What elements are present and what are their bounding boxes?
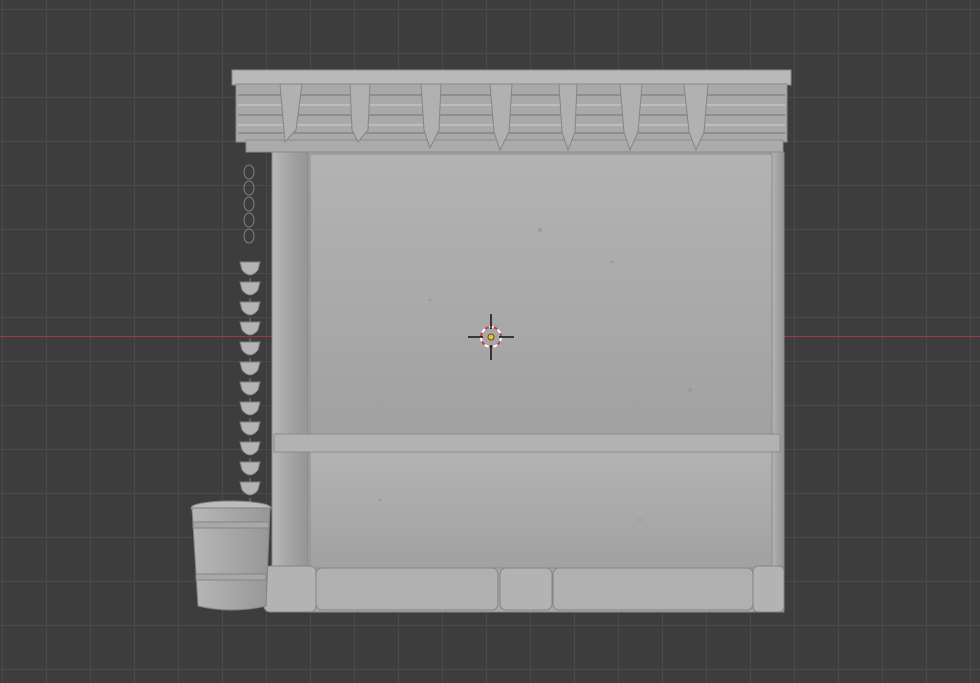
wall — [263, 151, 785, 613]
chain-cup — [239, 281, 261, 296]
awning — [231, 69, 792, 153]
chain-link — [243, 164, 255, 180]
rain-chain — [239, 164, 261, 508]
chain-cup — [239, 381, 261, 396]
chain-cup — [239, 321, 261, 336]
3d-cursor-icon[interactable] — [468, 314, 514, 360]
chain-link — [243, 196, 255, 212]
chain-cup — [239, 301, 261, 316]
chain-cup — [239, 421, 261, 436]
chain-link — [243, 228, 255, 244]
chain-cup — [239, 441, 261, 456]
chain-cup — [239, 261, 261, 276]
chain-link — [243, 180, 255, 196]
chain-cup — [239, 341, 261, 356]
chain-cup — [239, 461, 261, 476]
chain-cup — [239, 481, 261, 496]
chain-cup — [239, 361, 261, 376]
chain-link — [243, 212, 255, 228]
chain-cup — [239, 401, 261, 416]
bucket — [190, 500, 272, 611]
3d-viewport[interactable] — [0, 0, 980, 683]
